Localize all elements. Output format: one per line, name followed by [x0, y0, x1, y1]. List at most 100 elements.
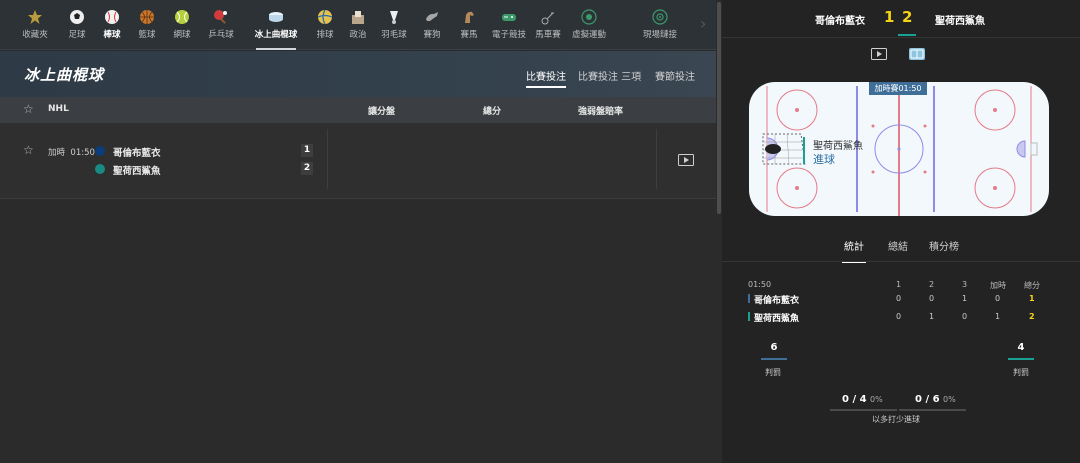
home-team-name: 哥倫布藍衣	[113, 148, 161, 159]
league-name: NHL	[48, 104, 69, 114]
harness-racing-icon	[541, 12, 554, 25]
match-time: 加時 01:50	[48, 146, 95, 158]
table-cell: 0	[962, 312, 968, 321]
penalties-label: 判罰	[765, 368, 781, 377]
event-label: 進球	[813, 153, 835, 166]
powerplay-label: 以多打少進球	[872, 415, 920, 424]
greyhound-icon	[426, 12, 438, 21]
table-time: 01:50	[748, 280, 772, 289]
sport-nav-label: 乒乓球	[208, 30, 234, 40]
main-pane: 收藏夾 足球 棒球 籃球 網球 乒乓球 冰上曲棍球 排球 政治 羽毛球 賽狗 賽馬 電子競技 馬車賽 虛擬運…	[0, 0, 722, 463]
app-root: 收藏夾 足球 棒球 籃球 網球 乒乓球 冰上曲棍球 排球 政治 羽毛球 賽狗 賽馬 電子競技 馬車賽 虛擬運…	[0, 0, 1080, 463]
table-row-team: 聖荷西鯊魚	[754, 314, 800, 324]
home-powerplay-bar	[830, 409, 897, 411]
penalties-label: 判罰	[1013, 368, 1029, 377]
tab-stats[interactable]: 統計	[842, 238, 866, 263]
table-header: 加時	[990, 281, 1006, 290]
sport-nav-label: 現場鏈接	[642, 30, 677, 40]
sport-nav-label: 馬車賽	[535, 30, 561, 40]
away-row-marker	[748, 312, 750, 321]
ballot-box-icon	[352, 11, 364, 24]
home-score: 1	[301, 144, 313, 157]
live-stream-icon[interactable]	[678, 154, 694, 166]
period-badge: 加時賽01:50	[869, 82, 927, 95]
tab-match-bets-3way[interactable]: 比賽投注 三項	[578, 68, 641, 83]
favorite-star-icon[interactable]: ☆	[23, 102, 34, 116]
title-band: 冰上曲棍球 比賽投注 比賽投注 三項 賽節投注	[0, 51, 716, 97]
tab-period-bets[interactable]: 賽節投注	[655, 68, 695, 83]
away-team-logo-icon	[95, 164, 105, 174]
league-header: ☆ NHL 讓分盤 總分 強弱盤賠率	[0, 97, 716, 123]
tab-standings[interactable]: 積分榜	[929, 238, 959, 253]
sport-nav-item[interactable]: 虛擬運動	[567, 6, 611, 46]
away-score: 2	[301, 162, 313, 175]
event-team: 聖荷西鯊魚	[813, 141, 863, 152]
sport-nav-label: 冰上曲棍球	[254, 30, 298, 40]
away-powerplay-bar	[899, 409, 966, 411]
table-cell: 1	[962, 294, 968, 303]
sport-nav-item[interactable]: 冰上曲棍球	[254, 6, 298, 50]
tennis-ball-icon	[175, 10, 189, 24]
table-total: 2	[1029, 312, 1035, 321]
table-total: 1	[1029, 294, 1035, 303]
table-header: 3	[962, 280, 968, 289]
sport-nav-item[interactable]: 網球	[160, 6, 204, 46]
scoreboard: 哥倫布藍衣 1 2 聖荷西鯊魚	[722, 0, 1080, 38]
sport-nav-item[interactable]: 現場鏈接	[638, 6, 682, 46]
scrollbar[interactable]	[717, 2, 721, 214]
column-odds: 強弱盤賠率	[578, 107, 624, 117]
home-powerplay-value: 0 / 4	[842, 394, 867, 405]
tab-match-bets[interactable]: 比賽投注	[526, 68, 566, 88]
sport-nav-item[interactable]: 收藏夾	[13, 6, 57, 46]
tab-summary[interactable]: 總結	[888, 238, 908, 253]
away-team-indicator	[898, 34, 916, 36]
table-cell: 0	[896, 312, 902, 321]
rink-view-icon[interactable]	[909, 48, 925, 60]
ice-hockey-puck-icon	[269, 12, 283, 22]
favorite-star-icon[interactable]: ☆	[23, 143, 34, 157]
page-title: 冰上曲棍球	[24, 66, 105, 84]
home-row-marker	[748, 294, 750, 303]
ping-pong-icon	[214, 10, 227, 24]
table-cell: 0	[896, 294, 902, 303]
table-cell: 0	[929, 294, 935, 303]
tabs-divider	[722, 261, 1080, 262]
match-row[interactable]: ☆ 加時 01:50 哥倫布藍衣 聖荷西鯊魚 1 2	[0, 123, 716, 199]
away-powerplay: 0 / 6 0%	[915, 394, 956, 405]
scoreboard-away-score: 2	[902, 8, 913, 26]
video-view-icon[interactable]	[871, 48, 887, 60]
home-penalties: 6	[770, 342, 778, 353]
away-penalties: 4	[1017, 342, 1025, 353]
virtual-sports-icon	[581, 9, 597, 25]
away-powerplay-value: 0 / 6	[915, 394, 940, 405]
gamepad-icon	[502, 14, 516, 21]
sport-nav-label: 網球	[173, 30, 191, 40]
sport-nav-label: 收藏夾	[22, 30, 48, 40]
home-team-logo-icon	[95, 146, 105, 156]
home-penalty-bar	[761, 358, 787, 360]
away-penalty-bar	[1008, 358, 1034, 360]
table-header: 1	[896, 280, 902, 289]
soccer-ball-icon	[70, 10, 84, 24]
sport-nav-item[interactable]: 賽馬	[447, 6, 491, 46]
hockey-rink: 加時賽01:50 聖荷西鯊魚 進球	[749, 82, 1049, 216]
table-cell: 1	[929, 312, 935, 321]
basketball-icon	[140, 10, 154, 24]
sports-nav-bar: 收藏夾 足球 棒球 籃球 網球 乒乓球 冰上曲棍球 排球 政治 羽毛球 賽狗 賽馬 電子競技 馬車賽 虛擬運…	[0, 0, 716, 50]
column-handicap: 讓分盤	[368, 107, 396, 117]
baseball-icon	[105, 10, 119, 24]
away-team-name: 聖荷西鯊魚	[113, 166, 161, 177]
sport-nav-item[interactable]: 馬車賽	[526, 6, 570, 46]
rink-diagram	[749, 82, 1049, 216]
column-divider	[327, 129, 328, 189]
sport-nav-item[interactable]: 電子競技	[487, 6, 531, 46]
home-powerplay-pct: 0%	[870, 395, 883, 404]
sport-nav-item[interactable]: 乒乓球	[199, 6, 243, 46]
table-header: 總分	[1024, 281, 1040, 290]
match-detail-pane: 哥倫布藍衣 1 2 聖荷西鯊魚 加時賽01:50 聖荷西鯊魚 進球 統計 總結 …	[722, 0, 1080, 463]
column-total: 總分	[483, 107, 502, 117]
volleyball-icon	[317, 9, 333, 25]
chevron-right-icon[interactable]: ›	[700, 14, 706, 33]
match-clock: 01:50	[70, 148, 95, 158]
star-icon	[28, 10, 42, 24]
